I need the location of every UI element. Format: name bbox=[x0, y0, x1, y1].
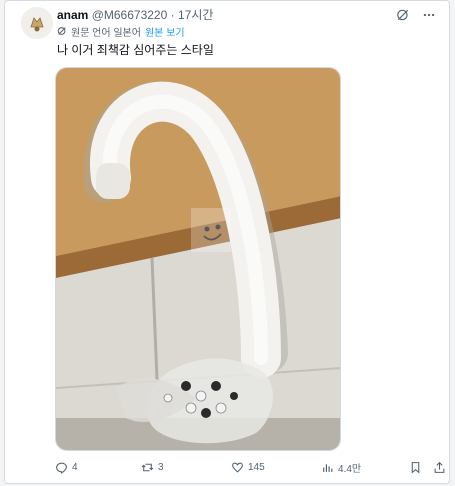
like-button[interactable]: 145 bbox=[231, 459, 265, 475]
timestamp[interactable]: 17시간 bbox=[178, 8, 213, 22]
tweet-header: anam @M66673220 · 17시간 bbox=[57, 7, 213, 23]
share-icon bbox=[434, 461, 445, 473]
reply-icon bbox=[56, 462, 67, 474]
like-count: 145 bbox=[248, 461, 265, 473]
reply-button[interactable]: 4 bbox=[55, 459, 78, 475]
repost-button[interactable]: 3 bbox=[141, 459, 164, 475]
author-name[interactable]: anam bbox=[57, 8, 88, 22]
action-bar: 4 3 145 4.4만 bbox=[53, 459, 449, 475]
like-icon bbox=[232, 462, 243, 473]
views-button[interactable]: 4.4만 bbox=[321, 459, 361, 475]
avatar[interactable] bbox=[21, 7, 53, 39]
view-count: 4.4만 bbox=[338, 463, 362, 475]
separator: · bbox=[170, 8, 175, 22]
header-actions bbox=[395, 7, 437, 23]
bookmark-button[interactable] bbox=[409, 459, 422, 475]
bookmark-icon bbox=[411, 461, 420, 474]
tweet-image[interactable] bbox=[55, 67, 341, 451]
translation-note: 원문 언어 일본어 원본 보기 bbox=[57, 26, 185, 41]
repost-icon bbox=[141, 463, 154, 471]
show-original-link[interactable]: 원본 보기 bbox=[145, 27, 185, 41]
views-icon bbox=[323, 463, 333, 472]
reply-count: 4 bbox=[72, 461, 78, 473]
translate-label: 원문 언어 일본어 bbox=[71, 27, 141, 39]
repost-count: 3 bbox=[158, 461, 164, 473]
author-handle[interactable]: @M66673220 bbox=[92, 8, 168, 22]
translate-icon bbox=[57, 26, 67, 41]
grok-icon[interactable] bbox=[395, 7, 411, 23]
tweet-card[interactable]: anam @M66673220 · 17시간 원문 언어 일본어 원본 보기 나… bbox=[4, 0, 450, 484]
tweet-text: 나 이거 죄책감 심어주는 스타일 bbox=[57, 43, 214, 57]
share-button[interactable] bbox=[433, 459, 446, 475]
more-icon[interactable] bbox=[421, 7, 437, 23]
photo-ghost-handle bbox=[56, 68, 340, 450]
